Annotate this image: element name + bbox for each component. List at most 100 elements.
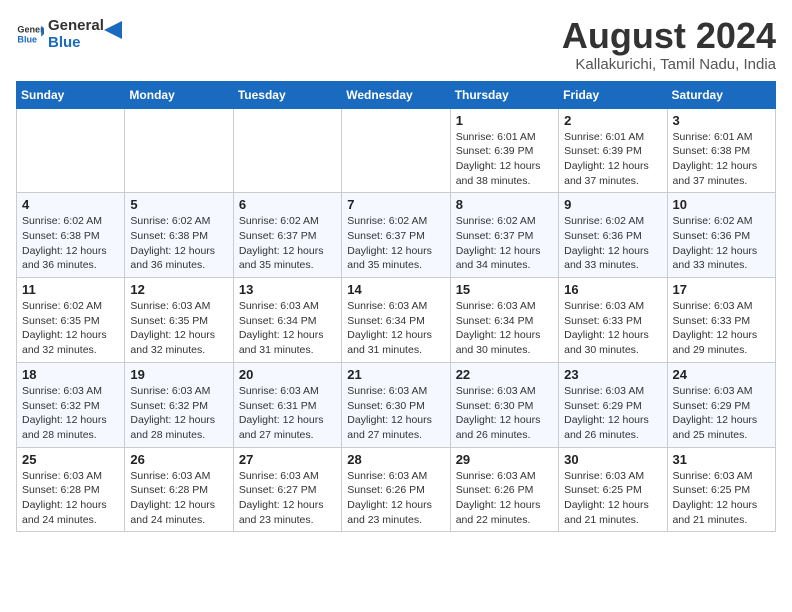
day-number: 9 [564,197,661,212]
day-info: Sunrise: 6:03 AM Sunset: 6:33 PM Dayligh… [673,299,770,358]
subtitle: Kallakurichi, Tamil Nadu, India [562,56,776,73]
calendar-week-row-5: 25 Sunrise: 6:03 AM Sunset: 6:28 PM Dayli… [17,447,776,532]
day-number: 22 [456,367,553,382]
day-info: Sunrise: 6:03 AM Sunset: 6:32 PM Dayligh… [22,384,119,443]
calendar-cell-2-2: 5 Sunrise: 6:02 AM Sunset: 6:38 PM Daylig… [125,193,233,278]
calendar-cell-2-3: 6Sunrise: 6:02 AM Sunset: 6:37 PM Daylig… [233,193,341,278]
day-info: Sunrise: 6:03 AM Sunset: 6:26 PM Dayligh… [456,469,553,528]
weekday-header-saturday: Saturday [667,81,775,108]
day-number: 17 [673,282,770,297]
weekday-header-row: SundayMondayTuesdayWednesdayThursdayFrid… [17,81,776,108]
calendar-cell-1-4 [342,108,450,193]
day-info: Sunrise: 6:01 AM Sunset: 6:38 PM Dayligh… [673,130,770,189]
calendar-week-row-3: 11 Sunrise: 6:02 AM Sunset: 6:35 PM Dayli… [17,278,776,363]
day-number: 14 [347,282,444,297]
calendar-cell-5-7: 31Sunrise: 6:03 AM Sunset: 6:25 PM Dayli… [667,447,775,532]
calendar-week-row-1: 1 Sunrise: 6:01 AM Sunset: 6:39 PM Daylig… [17,108,776,193]
day-number: 3 [673,113,770,128]
title-section: August 2024 Kallakurichi, Tamil Nadu, In… [562,16,776,73]
day-info: Sunrise: 6:03 AM Sunset: 6:32 PM Dayligh… [130,384,227,443]
calendar-cell-4-3: 20 Sunrise: 6:03 AM Sunset: 6:31 PM Dayli… [233,362,341,447]
day-info: Sunrise: 6:02 AM Sunset: 6:38 PM Dayligh… [22,214,119,273]
day-number: 10 [673,197,770,212]
day-info: Sunrise: 6:02 AM Sunset: 6:35 PM Dayligh… [22,299,119,358]
logo: General Blue General Blue [16,16,122,51]
weekday-header-thursday: Thursday [450,81,558,108]
day-number: 13 [239,282,336,297]
day-number: 30 [564,452,661,467]
calendar-cell-4-2: 19 Sunrise: 6:03 AM Sunset: 6:32 PM Dayli… [125,362,233,447]
calendar-cell-1-7: 3 Sunrise: 6:01 AM Sunset: 6:38 PM Daylig… [667,108,775,193]
calendar-cell-3-3: 13Sunrise: 6:03 AM Sunset: 6:34 PM Dayli… [233,278,341,363]
day-number: 23 [564,367,661,382]
calendar-cell-3-1: 11 Sunrise: 6:02 AM Sunset: 6:35 PM Dayli… [17,278,125,363]
day-info: Sunrise: 6:01 AM Sunset: 6:39 PM Dayligh… [456,130,553,189]
day-number: 1 [456,113,553,128]
day-number: 2 [564,113,661,128]
logo-icon: General Blue [16,20,44,48]
calendar-table: SundayMondayTuesdayWednesdayThursdayFrid… [16,81,776,533]
day-number: 24 [673,367,770,382]
day-number: 25 [22,452,119,467]
day-number: 27 [239,452,336,467]
calendar-cell-2-4: 7 Sunrise: 6:02 AM Sunset: 6:37 PM Daylig… [342,193,450,278]
calendar-cell-1-1 [17,108,125,193]
calendar-cell-1-6: 2 Sunrise: 6:01 AM Sunset: 6:39 PM Daylig… [559,108,667,193]
calendar-cell-1-5: 1 Sunrise: 6:01 AM Sunset: 6:39 PM Daylig… [450,108,558,193]
calendar-cell-4-7: 24 Sunrise: 6:03 AM Sunset: 6:29 PM Dayli… [667,362,775,447]
calendar-cell-3-7: 17 Sunrise: 6:03 AM Sunset: 6:33 PM Dayli… [667,278,775,363]
day-info: Sunrise: 6:03 AM Sunset: 6:29 PM Dayligh… [564,384,661,443]
day-info: Sunrise: 6:03 AM Sunset: 6:31 PM Dayligh… [239,384,336,443]
calendar-cell-4-4: 21Sunrise: 6:03 AM Sunset: 6:30 PM Dayli… [342,362,450,447]
calendar-cell-5-1: 25 Sunrise: 6:03 AM Sunset: 6:28 PM Dayli… [17,447,125,532]
day-info: Sunrise: 6:03 AM Sunset: 6:30 PM Dayligh… [347,384,444,443]
calendar-week-row-2: 4 Sunrise: 6:02 AM Sunset: 6:38 PM Daylig… [17,193,776,278]
calendar-cell-1-3 [233,108,341,193]
weekday-header-sunday: Sunday [17,81,125,108]
day-number: 5 [130,197,227,212]
day-info: Sunrise: 6:03 AM Sunset: 6:33 PM Dayligh… [564,299,661,358]
day-info: Sunrise: 6:03 AM Sunset: 6:29 PM Dayligh… [673,384,770,443]
day-number: 7 [347,197,444,212]
calendar-cell-2-6: 9Sunrise: 6:02 AM Sunset: 6:36 PM Daylig… [559,193,667,278]
day-number: 28 [347,452,444,467]
day-info: Sunrise: 6:03 AM Sunset: 6:28 PM Dayligh… [22,469,119,528]
calendar-cell-2-1: 4 Sunrise: 6:02 AM Sunset: 6:38 PM Daylig… [17,193,125,278]
weekday-header-tuesday: Tuesday [233,81,341,108]
calendar-cell-3-6: 16 Sunrise: 6:03 AM Sunset: 6:33 PM Dayli… [559,278,667,363]
day-info: Sunrise: 6:03 AM Sunset: 6:34 PM Dayligh… [347,299,444,358]
weekday-header-wednesday: Wednesday [342,81,450,108]
day-info: Sunrise: 6:03 AM Sunset: 6:26 PM Dayligh… [347,469,444,528]
day-number: 29 [456,452,553,467]
day-number: 20 [239,367,336,382]
day-info: Sunrise: 6:03 AM Sunset: 6:30 PM Dayligh… [456,384,553,443]
day-info: Sunrise: 6:02 AM Sunset: 6:37 PM Dayligh… [347,214,444,273]
day-number: 31 [673,452,770,467]
day-info: Sunrise: 6:01 AM Sunset: 6:39 PM Dayligh… [564,130,661,189]
calendar-cell-3-2: 12Sunrise: 6:03 AM Sunset: 6:35 PM Dayli… [125,278,233,363]
day-number: 16 [564,282,661,297]
day-number: 6 [239,197,336,212]
day-number: 4 [22,197,119,212]
logo-arrow-icon [104,21,122,39]
calendar-cell-2-7: 10Sunrise: 6:02 AM Sunset: 6:36 PM Dayli… [667,193,775,278]
calendar-cell-3-4: 14 Sunrise: 6:03 AM Sunset: 6:34 PM Dayli… [342,278,450,363]
day-number: 15 [456,282,553,297]
calendar-cell-2-5: 8Sunrise: 6:02 AM Sunset: 6:37 PM Daylig… [450,193,558,278]
logo-blue-text: Blue [48,35,104,52]
calendar-week-row-4: 18 Sunrise: 6:03 AM Sunset: 6:32 PM Dayli… [17,362,776,447]
logo-general-text: General [48,18,104,35]
day-info: Sunrise: 6:03 AM Sunset: 6:34 PM Dayligh… [456,299,553,358]
calendar-cell-5-3: 27 Sunrise: 6:03 AM Sunset: 6:27 PM Dayli… [233,447,341,532]
day-number: 19 [130,367,227,382]
calendar-cell-5-5: 29 Sunrise: 6:03 AM Sunset: 6:26 PM Dayli… [450,447,558,532]
calendar-cell-5-4: 28 Sunrise: 6:03 AM Sunset: 6:26 PM Dayli… [342,447,450,532]
calendar-cell-4-5: 22 Sunrise: 6:03 AM Sunset: 6:30 PM Dayli… [450,362,558,447]
day-info: Sunrise: 6:02 AM Sunset: 6:38 PM Dayligh… [130,214,227,273]
day-info: Sunrise: 6:02 AM Sunset: 6:37 PM Dayligh… [456,214,553,273]
day-info: Sunrise: 6:03 AM Sunset: 6:27 PM Dayligh… [239,469,336,528]
calendar-cell-3-5: 15 Sunrise: 6:03 AM Sunset: 6:34 PM Dayli… [450,278,558,363]
day-number: 18 [22,367,119,382]
day-number: 11 [22,282,119,297]
calendar-cell-1-2 [125,108,233,193]
